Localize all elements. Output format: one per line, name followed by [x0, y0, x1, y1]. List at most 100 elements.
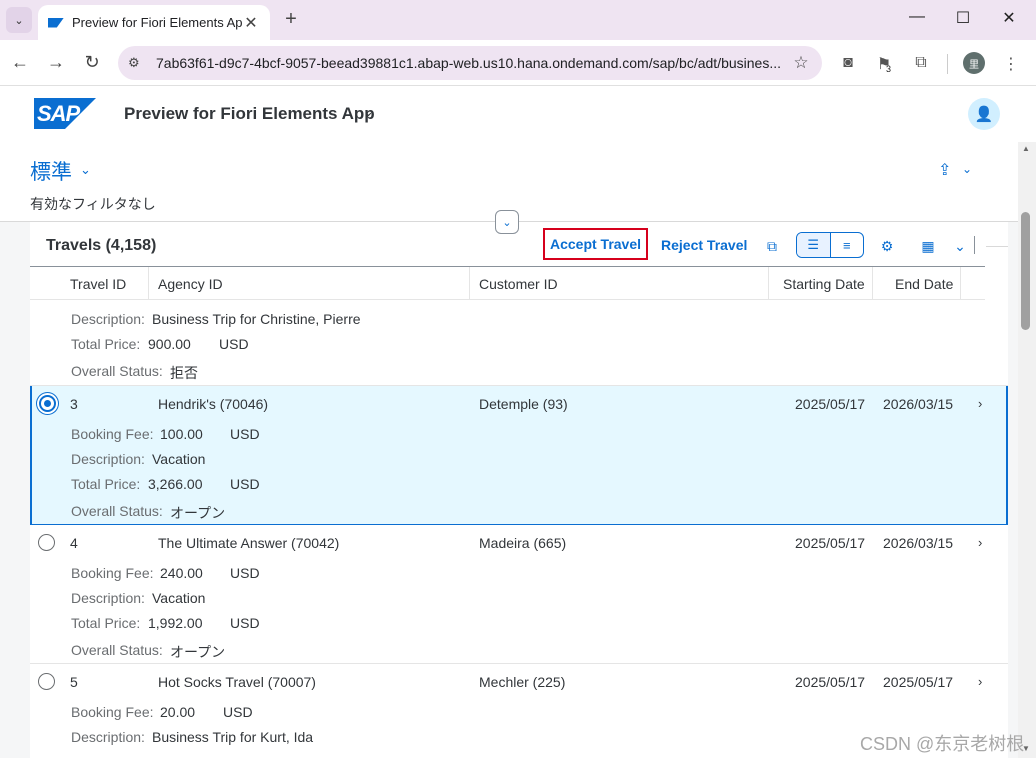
row-mode-segmented-button: ☰ ≡ [796, 232, 864, 258]
maximize-icon[interactable]: ☐ [948, 8, 978, 28]
booking-fee-label: Booking Fee: [71, 565, 154, 581]
starting-date: 2025/05/17 [795, 674, 866, 690]
accept-travel-label: Accept Travel [549, 236, 642, 252]
filter-status-text: 有効なフィルタなし [30, 196, 156, 212]
extensions-puzzle-icon[interactable]: ⧉ [910, 54, 932, 72]
agency-id: Hendrik's (70046) [158, 396, 269, 412]
column-header-row: Travel ID Agency ID Customer ID Starting… [30, 266, 985, 300]
forward-icon[interactable]: → [44, 52, 68, 73]
overall-status-value: オープン [170, 505, 226, 521]
reject-travel-button[interactable]: Reject Travel [661, 237, 747, 253]
app-title[interactable]: Preview for Fiori Elements App [124, 104, 375, 124]
sap-logo-text: SAP [37, 101, 80, 126]
reload-icon[interactable]: ↻ [80, 52, 104, 73]
table-row-selected[interactable]: 3 Hendrik's (70046) Detemple (93) 2025/0… [30, 386, 1008, 525]
row-select-radio[interactable] [39, 395, 56, 412]
url-text[interactable]: 7ab63f61-d9c7-4bcf-9057-beead39881c1.aba… [150, 55, 790, 71]
booking-fee-value: 100.00 [160, 426, 203, 442]
travel-id: 4 [70, 535, 78, 551]
toolbar-separator [947, 54, 948, 74]
accept-travel-button[interactable]: Accept Travel [543, 228, 648, 260]
share-chevron-down-icon[interactable]: ⌄ [962, 162, 972, 176]
browser-tabstrip: ⌄ Preview for Fiori Elements App ✕ + — ☐… [0, 0, 1036, 40]
column-agency-id[interactable]: Agency ID [149, 267, 470, 300]
row-navigate-chevron-icon[interactable]: › [978, 396, 982, 411]
total-price-value: 3,266.00 [148, 476, 203, 492]
customer-id: Madeira (665) [479, 535, 567, 551]
bookmark-star-icon[interactable]: ☆ [790, 53, 812, 73]
row-navigate-chevron-icon[interactable]: › [978, 535, 982, 550]
scrollbar-thumb[interactable] [1021, 212, 1030, 330]
currency-value: USD [219, 336, 249, 352]
condensed-mode-icon[interactable]: ☰ [797, 233, 831, 257]
tab-search-icon[interactable]: ⌄ [6, 7, 32, 33]
chevron-down-icon: ⌄ [502, 216, 512, 229]
description-label: Description: [71, 311, 145, 327]
minimize-icon[interactable]: — [902, 8, 932, 26]
variant-chevron-down-icon[interactable]: ⌄ [80, 162, 91, 178]
share-icon[interactable]: ⇪ [938, 160, 951, 180]
column-customer-id[interactable]: Customer ID [470, 267, 769, 300]
watermark: CSDN @东京老树根 [860, 734, 1025, 754]
end-date: 2026/03/15 [883, 396, 954, 412]
overall-status-value: 拒否 [170, 365, 198, 381]
tab-close-icon[interactable]: ✕ [242, 13, 260, 33]
travels-table: Travels (4,158) Accept Travel Reject Tra… [30, 222, 1008, 758]
tab-title: Preview for Fiori Elements App [72, 15, 242, 30]
sap-logo[interactable]: SAP [34, 98, 96, 129]
starting-date: 2025/05/17 [795, 396, 866, 412]
end-date: 2025/05/17 [883, 674, 954, 690]
flag-badge: 3 [886, 64, 892, 74]
description-value: Business Trip for Christine, Pierre [152, 311, 361, 327]
row-select-radio[interactable] [38, 534, 55, 551]
address-bar[interactable]: ⚙ 7ab63f61-d9c7-4bcf-9057-beead39881c1.a… [118, 46, 822, 80]
booking-fee-value: 240.00 [160, 565, 203, 581]
end-date: 2026/03/15 [883, 535, 954, 551]
new-tab-icon[interactable]: + [280, 8, 302, 31]
table-row[interactable]: Description: Business Trip for Christine… [30, 300, 1008, 386]
description-label: Description: [71, 451, 145, 467]
column-end-date[interactable]: End Date [873, 267, 961, 300]
export-icon[interactable]: ▦ [916, 235, 940, 257]
variant-title[interactable]: 標準 [30, 156, 72, 186]
total-price-label: Total Price: [71, 615, 141, 631]
back-icon[interactable]: ← [8, 52, 32, 73]
currency-value: USD [230, 615, 260, 631]
scroll-up-arrow-icon[interactable]: ▲ [1022, 144, 1030, 153]
starting-date: 2025/05/17 [795, 535, 866, 551]
table-row[interactable]: 4 The Ultimate Answer (70042) Madeira (6… [30, 525, 1008, 664]
export-chevron-down-icon[interactable]: ⌄ [948, 235, 972, 257]
settings-gear-icon[interactable]: ⚙ [875, 235, 899, 257]
agency-id: Hot Socks Travel (70007) [158, 674, 316, 690]
app-title-chevron-down-icon[interactable]: ⌄ [363, 104, 374, 120]
currency-value: USD [223, 704, 253, 720]
camera-icon[interactable]: ◙ [837, 54, 859, 72]
window-close-icon[interactable]: ✕ [994, 8, 1024, 28]
customer-id: Detemple (93) [479, 396, 568, 412]
overall-status-value: オープン [170, 644, 226, 660]
browser-toolbar: ← → ↻ ⚙ 7ab63f61-d9c7-4bcf-9057-beead398… [0, 40, 1036, 86]
profile-avatar[interactable]: 里 [963, 52, 985, 74]
flag-extension-icon[interactable]: ⚑ [873, 54, 895, 74]
booking-fee-label: Booking Fee: [71, 704, 154, 720]
currency-value: USD [230, 476, 260, 492]
column-travel-id[interactable]: Travel ID [30, 267, 149, 300]
table-rows: Description: Business Trip for Christine… [30, 300, 1008, 758]
agency-id: The Ultimate Answer (70042) [158, 535, 340, 551]
currency-value: USD [230, 426, 260, 442]
description-value: Vacation [152, 451, 206, 467]
sap-shell-bar: SAP Preview for Fiori Elements App ⌄ 👤 [0, 86, 1018, 142]
expanded-mode-icon[interactable]: ≡ [831, 233, 864, 257]
browser-menu-icon[interactable]: ⋮ [1000, 54, 1022, 74]
copy-icon[interactable]: ⧉ [760, 235, 784, 257]
overall-status-label: Overall Status: [71, 503, 163, 519]
booking-fee-label: Booking Fee: [71, 426, 154, 442]
header-collapse-button[interactable]: ⌄ [495, 210, 519, 234]
column-starting-date[interactable]: Starting Date [769, 267, 873, 300]
row-navigate-chevron-icon[interactable]: › [978, 674, 982, 689]
description-label: Description: [71, 729, 145, 745]
site-info-icon[interactable]: ⚙ [128, 55, 150, 71]
user-avatar-icon[interactable]: 👤 [968, 98, 1000, 130]
browser-tab-active[interactable]: Preview for Fiori Elements App ✕ [38, 5, 270, 40]
row-select-radio[interactable] [38, 673, 55, 690]
